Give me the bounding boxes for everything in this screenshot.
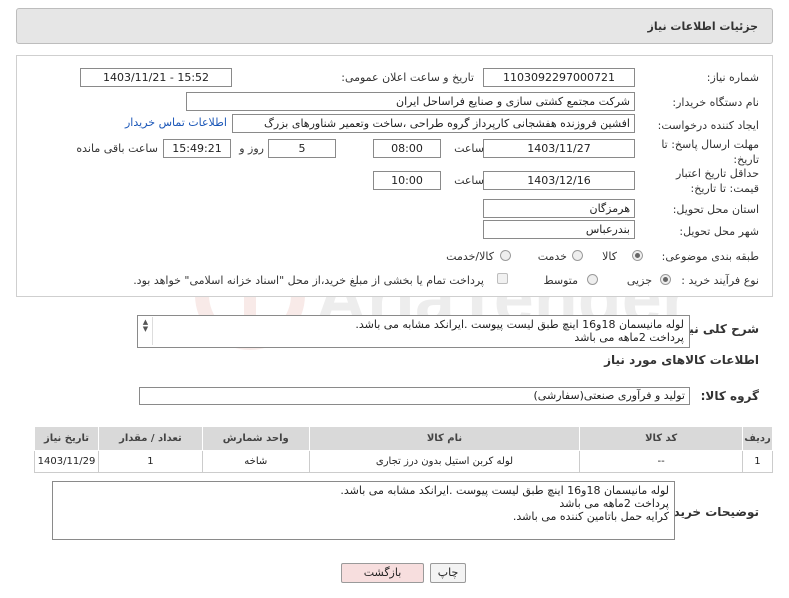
- scroll-down-icon[interactable]: ▼: [139, 326, 152, 333]
- need-number-field: 1103092297000721: [483, 68, 635, 87]
- cell-item-name: لوله کربن استیل بدون درز تجاری: [308, 450, 581, 473]
- col-unit: واحد شمارش: [201, 426, 310, 451]
- table-row[interactable]: 1403/11/29 1 شاخه لوله کربن استیل بدون د…: [34, 450, 774, 473]
- purchase-medium-label: متوسط: [543, 274, 578, 287]
- reply-deadline-time-label: ساعت: [454, 142, 484, 155]
- price-validity-time: 10:00: [373, 171, 441, 190]
- buyer-notes-line-2: پرداخت 2ماهه می باشد: [559, 497, 669, 510]
- remaining-time-label: ساعت باقی مانده: [76, 142, 158, 155]
- page-title: جزئیات اطلاعات نیاز: [647, 20, 759, 33]
- category-goods-radio[interactable]: [632, 250, 643, 261]
- cell-unit: شاخه: [201, 450, 310, 473]
- buyer-notes-textarea[interactable]: لوله مانیسمان 18و16 اینچ طبق لیست پیوست …: [52, 481, 675, 540]
- purchase-medium-radio[interactable]: [587, 274, 598, 285]
- buyer-contact-link[interactable]: اطلاعات تماس خریدار: [125, 116, 227, 129]
- price-validity-date: 1403/12/16: [483, 171, 635, 190]
- category-goods-service-label: کالا/خدمت: [446, 250, 494, 263]
- description-scrollbar[interactable]: ▲ ▼: [139, 317, 153, 345]
- col-quantity: تعداد / مقدار: [97, 426, 203, 451]
- category-goods-service-radio[interactable]: [500, 250, 511, 261]
- buyer-notes-line-1: لوله مانیسمان 18و16 اینچ طبق لیست پیوست …: [340, 484, 669, 497]
- category-service-radio[interactable]: [572, 250, 583, 261]
- requester-label: ایجاد کننده درخواست:: [657, 119, 759, 132]
- price-validity-label: حداقل تاریخ اعتبار قیمت: تا تاریخ:: [675, 167, 759, 195]
- province-field: هرمزگان: [483, 199, 635, 218]
- cell-item-code: --: [579, 450, 743, 473]
- province-label: استان محل تحویل:: [672, 203, 759, 216]
- need-number-label: شماره نیاز:: [706, 71, 759, 84]
- cell-quantity: 1: [97, 450, 203, 473]
- city-field: بندرعباس: [483, 220, 635, 239]
- treasury-payment-note: پرداخت تمام یا بخشی از مبلغ خرید،از محل …: [133, 274, 484, 287]
- category-service-label: خدمت: [537, 250, 567, 263]
- reply-days-field: 5: [268, 139, 336, 158]
- print-button[interactable]: چاپ: [430, 563, 466, 583]
- price-validity-time-label: ساعت: [454, 174, 484, 187]
- purchase-minor-radio[interactable]: [660, 274, 671, 285]
- back-button[interactable]: بازگشت: [341, 563, 424, 583]
- announce-datetime-label: تاریخ و ساعت اعلان عمومی:: [341, 71, 474, 84]
- cell-need-date: 1403/11/29: [34, 450, 99, 473]
- treasury-payment-checkbox[interactable]: [497, 273, 508, 284]
- category-goods-label: کالا: [602, 250, 617, 263]
- col-row-number: ردیف: [741, 426, 774, 451]
- goods-section-title: اطلاعات کالاهای مورد نیاز: [604, 353, 759, 367]
- purchase-minor-label: جزیی: [626, 274, 652, 287]
- description-line-2: پرداخت 2ماهه می باشد: [574, 331, 684, 344]
- remaining-time-field: 15:49:21: [163, 139, 231, 158]
- description-textarea[interactable]: لوله مانیسمان 18و16 اینچ طبق لیست پیوست …: [137, 315, 690, 348]
- reply-deadline-time: 08:00: [373, 139, 441, 158]
- description-line-1: لوله مانیسمان 18و16 اینچ طبق لیست پیوست …: [355, 318, 684, 331]
- city-label: شهر محل تحویل:: [679, 225, 759, 238]
- page-header: جزئیات اطلاعات نیاز: [16, 8, 773, 44]
- col-need-date: تاریخ نیاز: [34, 426, 99, 451]
- requester-field: افشین فروزنده هفشجانی کارپرداز گروه طراح…: [232, 114, 635, 133]
- reply-deadline-date: 1403/11/27: [483, 139, 635, 158]
- goods-table-header-row: تاریخ نیاز تعداد / مقدار واحد شمارش نام …: [34, 426, 774, 451]
- goods-group-label: گروه کالا:: [700, 389, 759, 403]
- goods-group-field: تولید و فرآوری صنعتی(سفارشی): [139, 387, 690, 405]
- col-item-name: نام کالا: [308, 426, 581, 451]
- buyer-notes-line-3: کرایه حمل باتامین کننده می باشد.: [512, 510, 669, 523]
- reply-days-label: روز و: [239, 142, 264, 155]
- col-item-code: کد کالا: [579, 426, 743, 451]
- buyer-org-field: شرکت مجتمع کشتی سازی و صنایع فراساحل ایر…: [186, 92, 635, 111]
- buyer-org-label: نام دستگاه خریدار:: [672, 96, 759, 109]
- purchase-type-label: نوع فرآیند خرید :: [681, 274, 759, 287]
- goods-table: تاریخ نیاز تعداد / مقدار واحد شمارش نام …: [34, 426, 774, 473]
- announce-datetime-field: 1403/11/21 - 15:52: [80, 68, 232, 87]
- reply-deadline-label: مهلت ارسال پاسخ: تا تاریخ:: [661, 138, 759, 166]
- cell-row-number: 1: [741, 450, 774, 473]
- category-label: طبقه بندی موضوعی:: [661, 250, 759, 263]
